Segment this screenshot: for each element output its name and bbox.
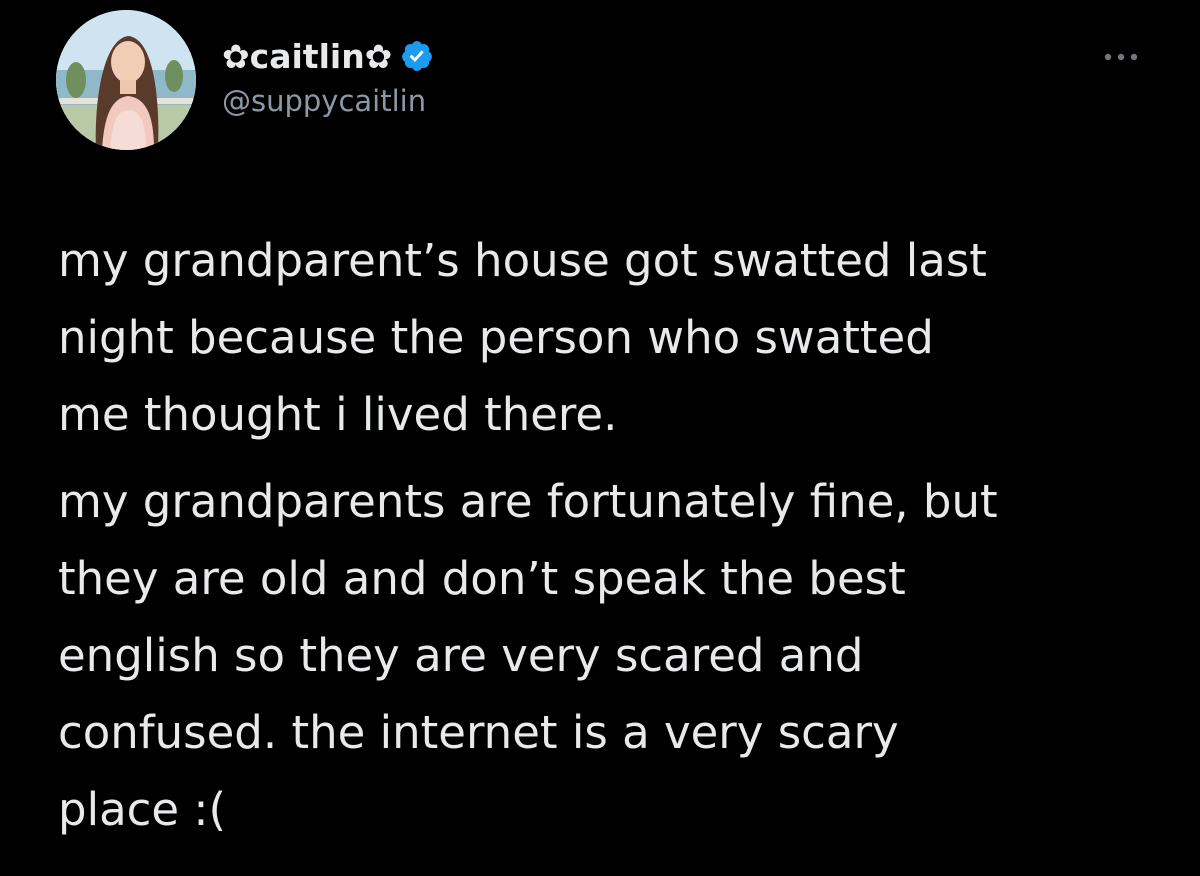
- more-options-icon: [1104, 53, 1138, 61]
- avatar-photo: [56, 10, 196, 150]
- avatar[interactable]: [56, 10, 196, 150]
- more-options-button[interactable]: [1096, 42, 1146, 72]
- tweet-paragraph-2: my grandparents are fortunately fine, bu…: [58, 475, 998, 836]
- tweet-text: my grandparent’s house got swatted last …: [58, 222, 1168, 848]
- tweet-card: ✿caitlin✿ @suppycaitlin my grandparent’s…: [0, 0, 1200, 876]
- display-name[interactable]: ✿caitlin✿: [222, 37, 392, 76]
- tweet-paragraph-1: my grandparent’s house got swatted last …: [58, 234, 987, 441]
- author-handle[interactable]: @suppycaitlin: [222, 84, 426, 118]
- author-name-row[interactable]: ✿caitlin✿: [222, 34, 434, 78]
- verified-badge-icon: [400, 39, 434, 73]
